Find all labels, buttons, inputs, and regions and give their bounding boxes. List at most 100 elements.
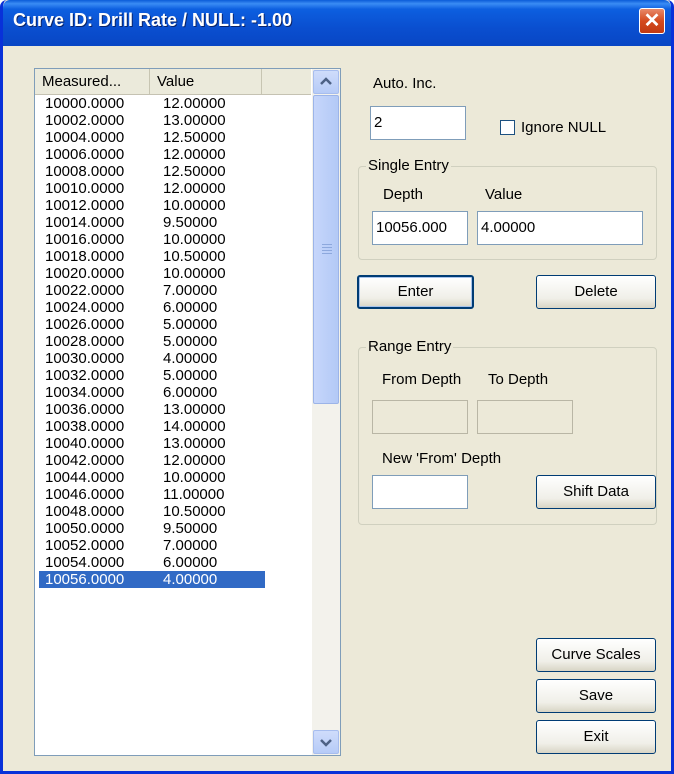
row-depth: 10004.0000 xyxy=(45,129,125,146)
list-row[interactable]: 10054.0000 6.00000 xyxy=(39,554,311,571)
list-row[interactable]: 10044.0000 10.00000 xyxy=(39,469,311,486)
list-row[interactable]: 10056.0000 4.00000 xyxy=(39,571,265,588)
row-value: 10.50000 xyxy=(163,248,226,265)
row-depth: 10030.0000 xyxy=(45,350,125,367)
scroll-thumb[interactable] xyxy=(313,95,339,404)
exit-button[interactable]: Exit xyxy=(536,720,656,754)
row-value: 12.00000 xyxy=(163,146,226,163)
row-value: 11.00000 xyxy=(163,486,225,503)
row-value: 5.00000 xyxy=(163,333,218,350)
list-rows: 10000.0000 12.00000 10002.0000 13.00000 1000… xyxy=(39,95,311,588)
list-row[interactable]: 10002.0000 13.00000 xyxy=(39,112,311,129)
row-value: 6.00000 xyxy=(163,299,218,316)
row-value: 10.00000 xyxy=(163,197,226,214)
vertical-scrollbar[interactable] xyxy=(312,69,340,755)
row-depth: 10052.0000 xyxy=(45,537,125,554)
row-value: 5.00000 xyxy=(163,316,218,333)
row-value: 12.00000 xyxy=(163,95,226,112)
list-row[interactable]: 10014.0000 9.50000 xyxy=(39,214,311,231)
enter-button[interactable]: Enter xyxy=(357,275,474,309)
row-depth: 10042.0000 xyxy=(45,452,125,469)
list-row[interactable]: 10016.0000 10.00000 xyxy=(39,231,311,248)
grip-line xyxy=(322,247,332,248)
curve-scales-button[interactable]: Curve Scales xyxy=(536,638,656,672)
list-row[interactable]: 10030.0000 4.00000 xyxy=(39,350,311,367)
row-value: 6.00000 xyxy=(163,554,218,571)
list-row[interactable]: 10004.0000 12.50000 xyxy=(39,129,311,146)
row-depth: 10046.0000 xyxy=(45,486,125,503)
delete-button[interactable]: Delete xyxy=(536,275,656,309)
column-header-empty[interactable] xyxy=(262,69,311,94)
list-row[interactable]: 10024.0000 6.00000 xyxy=(39,299,311,316)
list-row[interactable]: 10028.0000 5.00000 xyxy=(39,333,311,350)
list-row[interactable]: 10000.0000 12.00000 xyxy=(39,95,311,112)
chevron-down-icon xyxy=(320,739,332,747)
scroll-down-button[interactable] xyxy=(313,730,339,754)
list-row[interactable]: 10022.0000 7.00000 xyxy=(39,282,311,299)
list-row[interactable]: 10032.0000 5.00000 xyxy=(39,367,311,384)
column-header-value[interactable]: Value xyxy=(150,69,262,94)
row-depth: 10020.0000 xyxy=(45,265,125,282)
row-depth: 10018.0000 xyxy=(45,248,125,265)
row-depth: 10026.0000 xyxy=(45,316,125,333)
row-value: 12.00000 xyxy=(163,452,226,469)
new-from-depth-input[interactable] xyxy=(372,475,468,509)
list-row[interactable]: 10026.0000 5.00000 xyxy=(39,316,311,333)
row-value: 4.00000 xyxy=(163,350,218,367)
list-row[interactable]: 10052.0000 7.00000 xyxy=(39,537,311,554)
curve-data-list[interactable]: Measured... Value 10000.0000 12.00000 1000… xyxy=(34,68,341,756)
list-row[interactable]: 10012.0000 10.00000 xyxy=(39,197,311,214)
depth-label: Depth xyxy=(383,186,424,203)
list-row[interactable]: 10042.0000 12.00000 xyxy=(39,452,311,469)
row-depth: 10016.0000 xyxy=(45,231,125,248)
to-depth-input[interactable] xyxy=(477,400,573,434)
chevron-up-icon xyxy=(320,77,332,85)
list-row[interactable]: 10018.0000 10.50000 xyxy=(39,248,311,265)
column-header-measured[interactable]: Measured... xyxy=(35,69,150,94)
row-depth: 10048.0000 xyxy=(45,503,125,520)
list-row[interactable]: 10040.0000 13.00000 xyxy=(39,435,311,452)
list-row[interactable]: 10038.0000 14.00000 xyxy=(39,418,311,435)
auto-inc-input[interactable]: 2 xyxy=(370,106,466,140)
row-depth: 10010.0000 xyxy=(45,180,125,197)
list-row[interactable]: 10020.0000 10.00000 xyxy=(39,265,311,282)
list-row[interactable]: 10010.0000 12.00000 xyxy=(39,180,311,197)
row-depth: 10014.0000 xyxy=(45,214,125,231)
row-value: 5.00000 xyxy=(163,367,218,384)
from-depth-input[interactable] xyxy=(372,400,468,434)
grip-line xyxy=(322,244,332,245)
list-row[interactable]: 10050.0000 9.50000 xyxy=(39,520,311,537)
list-row[interactable]: 10034.0000 6.00000 xyxy=(39,384,311,401)
scroll-up-button[interactable] xyxy=(313,70,339,94)
list-row[interactable]: 10008.0000 12.50000 xyxy=(39,163,311,180)
from-depth-label: From Depth xyxy=(382,371,462,388)
row-depth: 10012.0000 xyxy=(45,197,125,214)
value-label: Value xyxy=(485,186,523,203)
close-icon: ✕ xyxy=(643,10,661,32)
depth-input[interactable]: 10056.000 xyxy=(372,211,468,245)
list-row[interactable]: 10046.0000 11.00000 xyxy=(39,486,311,503)
close-button[interactable]: ✕ xyxy=(639,8,665,34)
value-input[interactable]: 4.00000 xyxy=(477,211,643,245)
list-header: Measured... Value xyxy=(35,69,311,95)
row-value: 6.00000 xyxy=(163,384,218,401)
list-row[interactable]: 10048.0000 10.50000 xyxy=(39,503,311,520)
row-depth: 10006.0000 xyxy=(45,146,125,163)
ignore-null-checkbox[interactable] xyxy=(500,120,515,135)
save-button[interactable]: Save xyxy=(536,679,656,713)
shift-data-button[interactable]: Shift Data xyxy=(536,475,656,509)
auto-inc-label: Auto. Inc. xyxy=(373,75,437,92)
grip-line xyxy=(322,250,332,251)
list-row[interactable]: 10006.0000 12.00000 xyxy=(39,146,311,163)
list-row[interactable]: 10036.0000 13.00000 xyxy=(39,401,311,418)
row-value: 12.00000 xyxy=(163,180,226,197)
row-value: 14.00000 xyxy=(163,418,226,435)
single-entry-title: Single Entry xyxy=(366,157,451,174)
ignore-null-label: Ignore NULL xyxy=(521,119,607,136)
row-value: 10.00000 xyxy=(163,469,226,486)
row-value: 13.00000 xyxy=(163,435,226,452)
row-depth: 10008.0000 xyxy=(45,163,125,180)
to-depth-label: To Depth xyxy=(488,371,549,388)
row-depth: 10036.0000 xyxy=(45,401,125,418)
title-bar[interactable]: Curve ID: Drill Rate / NULL: -1.00 ✕ xyxy=(3,0,671,46)
